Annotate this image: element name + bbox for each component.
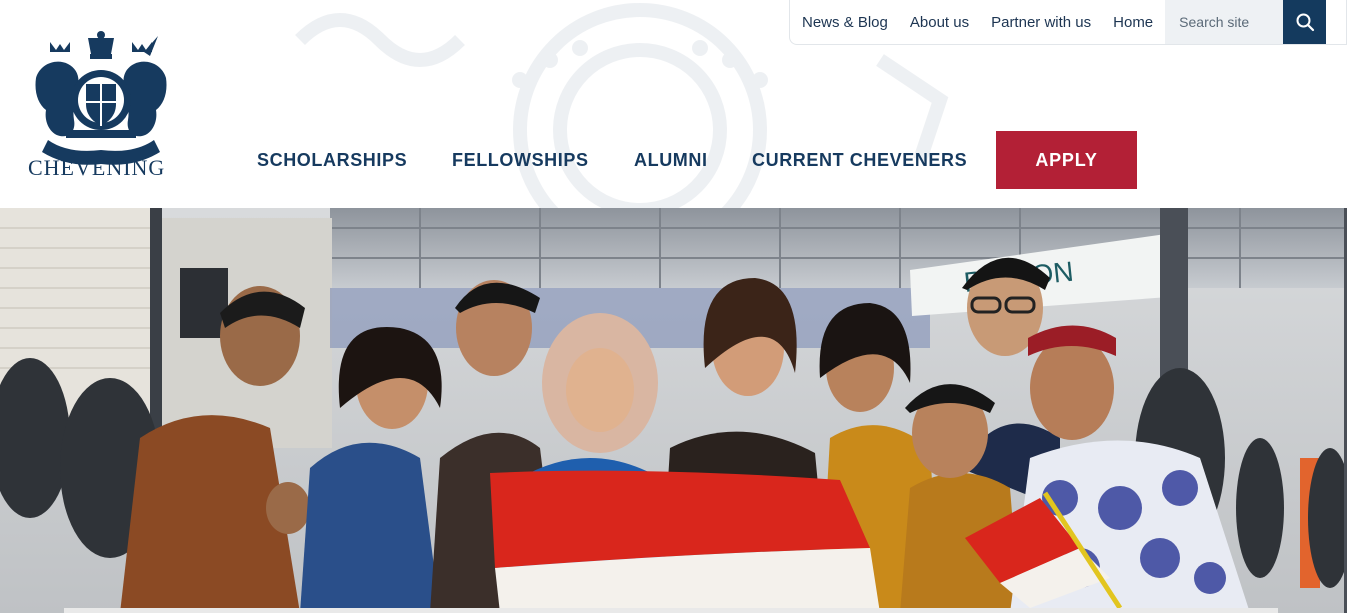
nav-current-cheveners[interactable]: CURRENT CHEVENERS — [752, 131, 967, 189]
search-field[interactable] — [1165, 0, 1284, 44]
utility-nav: News & Blog About us Partner with us Hom… — [789, 0, 1347, 45]
hero-caption-edge — [64, 608, 1278, 613]
news-blog-link[interactable]: News & Blog — [790, 0, 899, 44]
nav-alumni[interactable]: ALUMNI — [634, 131, 708, 189]
brand-wordmark[interactable]: CHEVENING — [28, 155, 165, 181]
search-icon — [1296, 13, 1314, 32]
nav-fellowships[interactable]: FELLOWSHIPS — [452, 131, 589, 189]
nav-scholarships[interactable]: SCHOLARSHIPS — [257, 131, 407, 189]
partner-with-us-link[interactable]: Partner with us — [980, 0, 1102, 44]
apply-button[interactable]: APPLY — [996, 131, 1137, 189]
hero-photo-illustration: R ATION — [0, 208, 1347, 613]
about-us-link[interactable]: About us — [899, 0, 980, 44]
home-link[interactable]: Home — [1102, 0, 1164, 44]
hero-image: R ATION — [0, 208, 1347, 613]
site-header: CHEVENING News & Blog About us Partner w… — [0, 0, 1347, 208]
search-input[interactable] — [1179, 14, 1284, 30]
search-button[interactable] — [1283, 0, 1327, 44]
